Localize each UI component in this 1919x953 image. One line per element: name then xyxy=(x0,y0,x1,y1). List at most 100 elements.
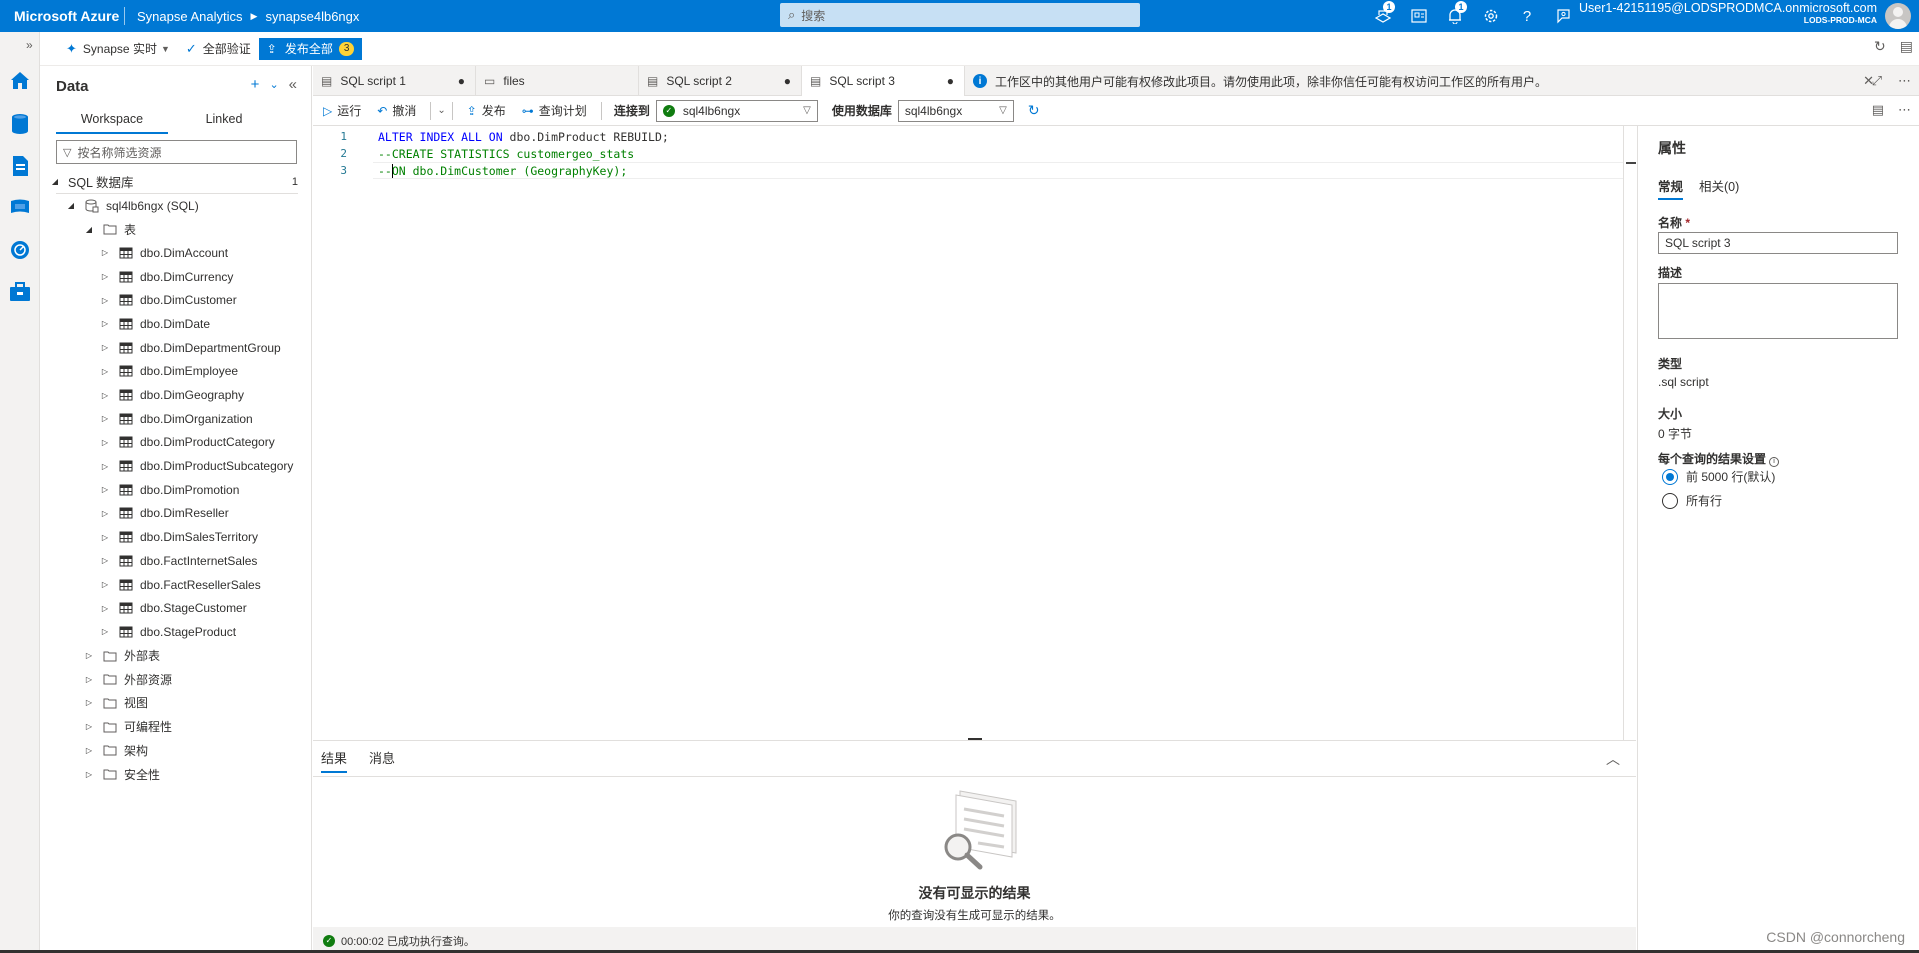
radio-default-rows[interactable]: 前 5000 行(默认) xyxy=(1662,468,1775,485)
account-info[interactable]: User1-42151195@LODSPRODMCA.onmicrosoft.c… xyxy=(1579,1,1877,25)
data-hub-icon[interactable] xyxy=(8,112,32,136)
collapsed-caret-icon: ▷ xyxy=(101,414,109,424)
feedback-icon[interactable] xyxy=(1545,0,1581,32)
tree-table-item[interactable]: ▷ dbo.DimCustomer xyxy=(40,288,312,312)
clipboard-icon[interactable]: ▤ xyxy=(1900,38,1913,55)
cloud-shell-icon[interactable]: 1 xyxy=(1365,0,1401,32)
result-setting-label: 每个查询的结果设置 i xyxy=(1658,450,1780,467)
undo-button[interactable]: ↶ 撤消 xyxy=(369,99,424,123)
name-field[interactable]: SQL script 3 xyxy=(1658,232,1898,254)
refresh-icon[interactable]: ↻ xyxy=(1028,102,1040,119)
editor-scrollbar[interactable] xyxy=(1623,126,1636,740)
tree-folder-item[interactable]: ▷ 架构 xyxy=(40,739,312,763)
tree-table-item[interactable]: ▷ dbo.FactInternetSales xyxy=(40,549,312,573)
tree-table-item[interactable]: ▷ dbo.DimDepartmentGroup xyxy=(40,336,312,360)
tree-folder-item[interactable]: ▷ 外部资源 xyxy=(40,667,312,691)
panel-title: Data xyxy=(56,78,89,95)
database-select[interactable]: sql4lb6ngx ▽ xyxy=(897,99,1014,122)
tree-db-node[interactable]: ◢ sql4lb6ngx (SQL) xyxy=(40,194,312,218)
play-icon: ▷ xyxy=(323,103,333,118)
home-icon[interactable] xyxy=(8,68,32,92)
tree-table-item[interactable]: ▷ dbo.FactResellerSales xyxy=(40,573,312,597)
line-number: 3 xyxy=(340,164,347,177)
tab-sql-script-3[interactable]: ▤ SQL script 3 ● xyxy=(802,66,965,96)
tree-table-item[interactable]: ▷ dbo.DimSalesTerritory xyxy=(40,525,312,549)
tree-table-item[interactable]: ▷ dbo.DimGeography xyxy=(40,383,312,407)
run-button[interactable]: ▷ 运行 xyxy=(315,99,369,123)
properties-title: 属性 xyxy=(1658,140,1686,156)
info-icon[interactable]: i xyxy=(1769,456,1780,467)
tree-table-item[interactable]: ▷ dbo.DimProductCategory xyxy=(40,431,312,455)
tab-linked[interactable]: Linked xyxy=(168,106,280,134)
tab-sql-script-1[interactable]: ▤ SQL script 1 ● xyxy=(313,66,476,96)
tree-folder-tables[interactable]: ◢ 表 xyxy=(40,217,312,241)
help-icon[interactable]: ? xyxy=(1509,0,1545,32)
tab-sql-script-2[interactable]: ▤ SQL script 2 ● xyxy=(639,66,802,96)
tree-table-item[interactable]: ▷ dbo.DimProductSubcategory xyxy=(40,454,312,478)
monitor-hub-icon[interactable] xyxy=(8,238,32,262)
tab-general[interactable]: 常规 xyxy=(1658,176,1684,200)
manage-hub-icon[interactable] xyxy=(8,280,32,304)
directory-icon[interactable] xyxy=(1401,0,1437,32)
tree-folder-item[interactable]: ▷ 视图 xyxy=(40,691,312,715)
tree-table-item[interactable]: ▷ dbo.DimDate xyxy=(40,312,312,336)
publish-button[interactable]: ⇪ 发布 xyxy=(459,99,514,123)
tab-results[interactable]: 结果 xyxy=(321,747,348,773)
table-icon xyxy=(118,625,134,639)
tree-table-item[interactable]: ▷ dbo.DimPromotion xyxy=(40,478,312,502)
validate-all-button[interactable]: ✓ 全部验证 xyxy=(178,37,259,61)
avatar[interactable] xyxy=(1885,3,1911,29)
tree-table-item[interactable]: ▷ dbo.StageProduct xyxy=(40,620,312,644)
radio-all-rows[interactable]: 所有行 xyxy=(1662,492,1722,509)
collapse-all-icon[interactable]: ⌄ xyxy=(269,76,278,94)
live-mode-dropdown[interactable]: ✦ Synapse 实时 ▼ xyxy=(58,37,178,61)
develop-hub-icon[interactable] xyxy=(8,154,32,178)
breadcrumb-workspace[interactable]: synapse4lb6ngx xyxy=(265,9,359,24)
tree-folder-item[interactable]: ▷ 外部表 xyxy=(40,644,312,668)
code-line: 2 --CREATE STATISTICS customergeo_stats xyxy=(313,145,1623,162)
expand-icon[interactable]: ⤢ xyxy=(1872,73,1882,89)
refresh-icon[interactable]: ↻ xyxy=(1874,38,1886,55)
more-icon[interactable]: ⋯ xyxy=(1898,73,1911,89)
tree-table-item[interactable]: ▷ dbo.DimEmployee xyxy=(40,360,312,384)
add-icon[interactable]: + xyxy=(251,76,260,94)
tab-workspace[interactable]: Workspace xyxy=(56,106,168,134)
tab-related[interactable]: 相关(0) xyxy=(1699,176,1739,200)
chevron-up-icon[interactable]: ︿ xyxy=(1606,749,1620,769)
tree-table-item[interactable]: ▷ dbo.DimReseller xyxy=(40,502,312,526)
description-field[interactable] xyxy=(1658,283,1898,339)
resource-tree: ◢ SQL 数据库 1 ◢ sql4lb6ngx (SQL) ◢ 表 ▷ dbo.… xyxy=(40,170,312,786)
unsaved-dot: ● xyxy=(946,74,954,88)
tree-table-item[interactable]: ▷ dbo.StageCustomer xyxy=(40,596,312,620)
tab-messages[interactable]: 消息 xyxy=(369,747,395,773)
connect-select[interactable]: ✓ sql4lb6ngx ▽ xyxy=(655,99,818,122)
gear-icon[interactable] xyxy=(1473,0,1509,32)
code-editor[interactable]: 1 ALTER INDEX ALL ON dbo.DimProduct REBU… xyxy=(313,126,1636,740)
chevron-down-icon[interactable]: ⌄ xyxy=(437,105,445,116)
results-tabs: 结果 消息 xyxy=(321,747,395,773)
expand-icon[interactable]: » xyxy=(26,38,33,52)
tab-files[interactable]: ▭ files xyxy=(476,66,639,96)
tree-folder-item[interactable]: ▷ 安全性 xyxy=(40,762,312,786)
table-icon xyxy=(118,530,134,544)
divider xyxy=(313,776,1636,777)
azure-brand[interactable]: Microsoft Azure xyxy=(0,8,124,24)
breadcrumb-service[interactable]: Synapse Analytics xyxy=(137,9,243,24)
section-sql-databases[interactable]: ◢ SQL 数据库 1 xyxy=(40,170,312,194)
query-plan-label: 查询计划 xyxy=(538,104,587,118)
properties-icon[interactable]: ▤ xyxy=(1872,102,1884,118)
collapsed-caret-icon: ▷ xyxy=(101,272,109,282)
integrate-hub-icon[interactable] xyxy=(8,196,32,220)
tree-folder-item[interactable]: ▷ 可编程性 xyxy=(40,715,312,739)
bell-icon[interactable]: 1 xyxy=(1437,0,1473,32)
size-value: 0 字节 xyxy=(1658,427,1693,441)
collapse-panel-icon[interactable]: « xyxy=(289,76,297,94)
publish-all-button[interactable]: ⇪ 发布全部 3 xyxy=(258,37,363,60)
search-input[interactable]: ⌕ 搜索 xyxy=(780,3,1140,27)
tree-table-item[interactable]: ▷ dbo.DimAccount xyxy=(40,241,312,265)
tree-table-item[interactable]: ▷ dbo.DimCurrency xyxy=(40,265,312,289)
more-icon[interactable]: ⋯ xyxy=(1898,102,1911,118)
query-plan-button[interactable]: ⊶ 查询计划 xyxy=(514,99,595,123)
filter-input[interactable]: ▽ 按名称筛选资源 xyxy=(56,140,297,164)
tree-table-item[interactable]: ▷ dbo.DimOrganization xyxy=(40,407,312,431)
